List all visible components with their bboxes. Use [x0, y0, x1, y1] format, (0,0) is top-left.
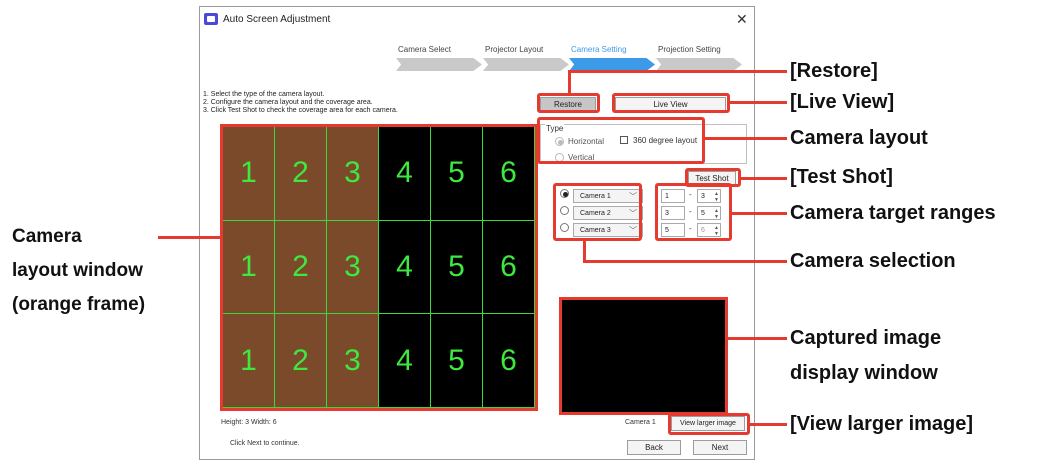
grid-cell[interactable]: 1: [223, 220, 275, 315]
live-view-highlight: [612, 93, 730, 113]
callout-captured-image-2: display window: [790, 362, 938, 384]
grid-cell[interactable]: 6: [483, 220, 535, 315]
step-label-camera-select: Camera Select: [398, 45, 451, 54]
grid-cell[interactable]: 5: [431, 127, 483, 221]
grid-cell[interactable]: 5: [431, 314, 483, 408]
left-label-line-3: (orange frame): [12, 294, 146, 315]
back-button[interactable]: Back: [627, 440, 681, 455]
window-title: Auto Screen Adjustment: [223, 14, 331, 25]
camera-layout-highlight: [537, 117, 705, 164]
captured-image-display: [559, 297, 728, 415]
step-label-projector-layout: Projector Layout: [485, 45, 544, 54]
camera-ranges-highlight: [655, 183, 732, 241]
close-icon[interactable]: ✕: [736, 11, 748, 28]
left-label-line-1: Camera: [12, 226, 82, 247]
callout-live-view: [Live View]: [790, 91, 895, 113]
callout-target-ranges: Camera target ranges: [790, 202, 996, 224]
grid-cell[interactable]: 2: [275, 127, 327, 221]
callout-view-larger: [View larger image]: [790, 413, 974, 435]
title-bar: Auto Screen Adjustment ✕: [200, 7, 754, 33]
grid-size-label: Height: 3 Width: 6: [221, 419, 277, 426]
leader-line: [568, 70, 571, 94]
leader-line: [732, 212, 787, 215]
instruction-2: 2. Configure the camera layout and the c…: [203, 99, 373, 106]
camera-layout-grid[interactable]: 123456 123456 123456: [223, 127, 535, 408]
camera-selection-highlight: [553, 183, 642, 241]
view-larger-highlight: [668, 413, 750, 435]
leader-line: [750, 423, 787, 426]
grid-cell[interactable]: 6: [483, 127, 535, 221]
callout-camera-selection: Camera selection: [790, 250, 956, 272]
callout-captured-image-1: Captured image: [790, 327, 942, 349]
grid-cell[interactable]: 4: [379, 127, 431, 221]
app-icon: [204, 13, 218, 25]
camera-layout-window: 123456 123456 123456: [220, 124, 538, 411]
grid-cell[interactable]: 4: [379, 314, 431, 408]
current-camera-label: Camera 1: [625, 419, 656, 426]
leader-line: [583, 240, 586, 262]
instruction-1: 1. Select the type of the camera layout.: [203, 91, 325, 98]
callout-restore: [Restore]: [790, 60, 878, 82]
grid-cell[interactable]: 4: [379, 220, 431, 315]
next-button[interactable]: Next: [693, 440, 747, 455]
grid-cell[interactable]: 2: [275, 220, 327, 315]
leader-line: [583, 260, 787, 263]
step-camera-select: [396, 58, 482, 71]
step-label-camera-setting: Camera Setting: [571, 45, 627, 54]
leader-line: [705, 137, 787, 140]
leader-line: [568, 70, 787, 73]
leader-line: [726, 337, 787, 340]
leader-line: [741, 177, 787, 180]
left-label-line-2: layout window: [12, 260, 143, 281]
grid-cell[interactable]: 5: [431, 220, 483, 315]
grid-cell[interactable]: 1: [223, 127, 275, 221]
grid-cell[interactable]: 3: [327, 220, 379, 315]
leader-line: [158, 236, 220, 239]
instruction-3: 3. Click Test Shot to check the coverage…: [203, 107, 398, 114]
grid-cell[interactable]: 1: [223, 314, 275, 408]
continue-hint: Click Next to continue.: [230, 440, 300, 447]
callout-test-shot: [Test Shot]: [790, 166, 893, 188]
callout-camera-layout: Camera layout: [790, 127, 928, 149]
step-label-projection-setting: Projection Setting: [658, 45, 721, 54]
step-projector-layout: [483, 58, 569, 71]
leader-line: [730, 101, 787, 104]
grid-cell[interactable]: 3: [327, 314, 379, 408]
grid-cell[interactable]: 2: [275, 314, 327, 408]
grid-cell[interactable]: 3: [327, 127, 379, 221]
grid-cell[interactable]: 6: [483, 314, 535, 408]
restore-highlight: [537, 93, 600, 113]
